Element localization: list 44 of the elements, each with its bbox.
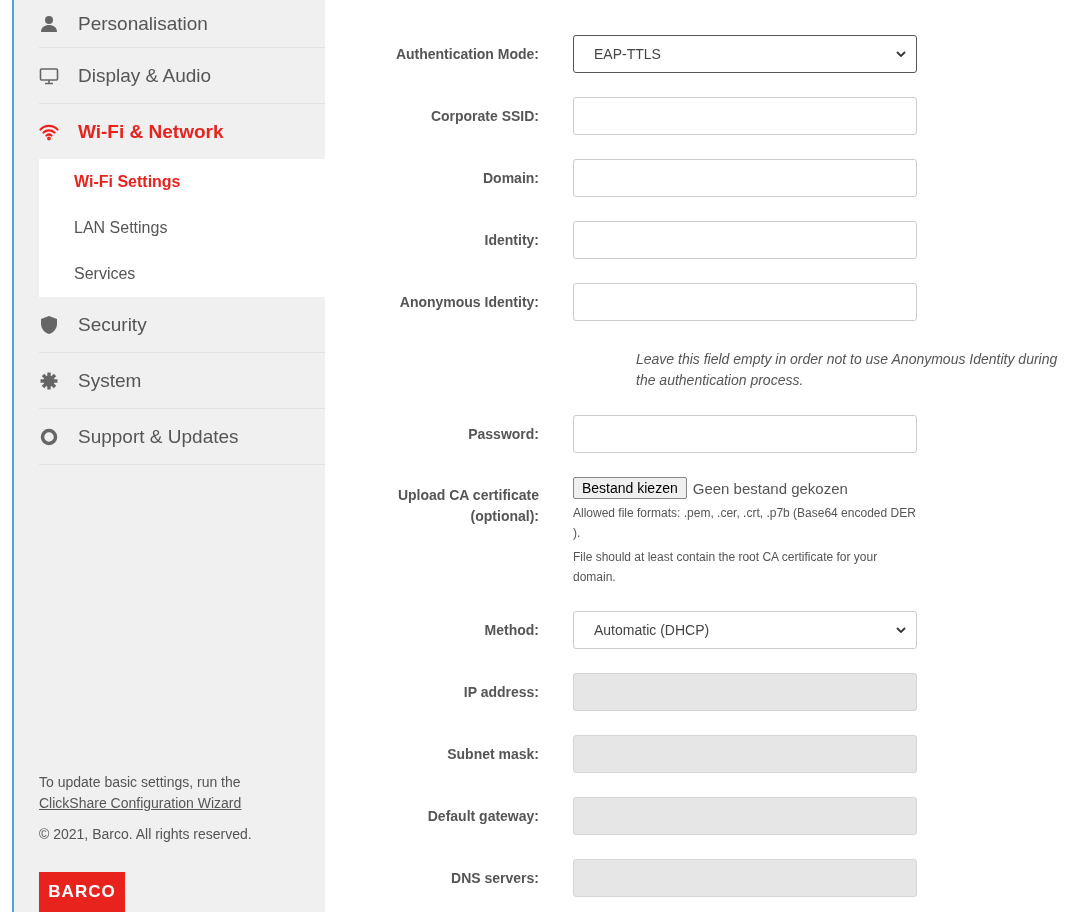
submenu-item[interactable]: LAN Settings bbox=[39, 205, 325, 251]
field-label: Domain: bbox=[482, 168, 540, 188]
person-icon bbox=[39, 13, 59, 34]
field-label: IP address: bbox=[462, 682, 540, 702]
input-field[interactable] bbox=[573, 159, 917, 197]
input-field[interactable] bbox=[573, 97, 917, 135]
logo: BARCO bbox=[39, 872, 125, 912]
field-label: Method: bbox=[483, 620, 540, 640]
dropdown[interactable]: Automatic (DHCP) bbox=[573, 611, 917, 649]
hint-text: File should at least contain the root CA certificate for your domain. bbox=[573, 549, 879, 586]
sidebar-item[interactable]: Personalisation bbox=[39, 0, 325, 48]
settings-icon bbox=[39, 370, 59, 391]
input-field[interactable] bbox=[573, 415, 917, 453]
input-field[interactable] bbox=[573, 283, 917, 321]
chevron-icon bbox=[896, 627, 906, 633]
input-field[interactable] bbox=[573, 221, 917, 259]
hint-text: Allowed file formats: .pem, .cer, .crt, .p7b (Base64 encoded DER ). bbox=[573, 505, 917, 542]
field-label: Authentication Mode: bbox=[394, 44, 540, 64]
shield-icon bbox=[39, 314, 59, 335]
sidebar-item[interactable]: System bbox=[39, 353, 325, 409]
field-label: Upload CA certificate (optional): bbox=[396, 486, 540, 526]
chevron-icon bbox=[896, 51, 906, 57]
footer-text: To update basic settings, run the bbox=[39, 774, 241, 790]
sidebar-item[interactable]: Support & Updates bbox=[39, 409, 325, 465]
field-label: Default gateway: bbox=[426, 806, 540, 826]
sidebar-item[interactable]: Wi-Fi & Network bbox=[39, 104, 325, 159]
dropdown[interactable]: EAP-TTLS bbox=[573, 35, 917, 73]
file-status-text: Geen bestand gekozen bbox=[692, 479, 848, 497]
field-label: Identity: bbox=[483, 230, 540, 250]
field-label: Corporate SSID: bbox=[429, 106, 540, 126]
copyright-text: © 2021, Barco. All rights reserved. bbox=[39, 826, 253, 842]
field-label: DNS servers: bbox=[450, 868, 540, 888]
submenu-item[interactable]: Wi-Fi Settings bbox=[39, 159, 325, 205]
wizard-link[interactable]: ClickShare Configuration Wizard bbox=[39, 795, 242, 811]
field-label: Password: bbox=[467, 424, 540, 444]
lifebuoy-icon bbox=[39, 426, 59, 447]
field-label: Subnet mask: bbox=[446, 744, 540, 764]
field-label: Anonymous Identity: bbox=[398, 292, 540, 312]
choose-file-button[interactable]: Bestand kiezen bbox=[573, 477, 687, 499]
sidebar-item[interactable]: Display & Audio bbox=[39, 48, 325, 104]
monitor-icon bbox=[39, 65, 59, 86]
hint-text: Leave this field empty in order not to use Anonymous Identity during the authentication process. bbox=[636, 350, 1059, 390]
sidebar-item[interactable]: Security bbox=[39, 297, 325, 353]
submenu-item[interactable]: Services bbox=[39, 251, 325, 297]
